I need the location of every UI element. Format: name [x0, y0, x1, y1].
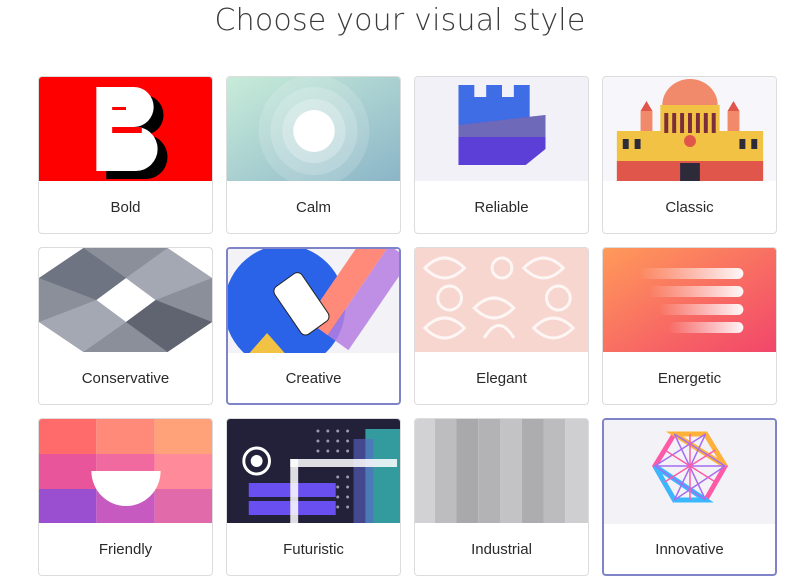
style-card-elegant[interactable]: Elegant: [414, 247, 589, 405]
bold-thumbnail: [39, 77, 212, 181]
style-label: Classic: [665, 198, 714, 216]
style-label: Calm: [295, 198, 331, 216]
style-card-energetic[interactable]: Energetic: [602, 247, 777, 405]
style-label: Reliable: [474, 198, 529, 216]
conservative-thumbnail: [39, 248, 212, 352]
creative-thumbnail: [228, 249, 399, 353]
style-card-calm[interactable]: Calm: [226, 76, 401, 234]
style-card-bold[interactable]: Bold: [38, 76, 213, 234]
industrial-thumbnail: [415, 419, 588, 523]
page-title: Choose your visual style: [214, 3, 586, 38]
futuristic-thumbnail: [227, 419, 400, 523]
energetic-thumbnail: [603, 248, 776, 352]
friendly-thumbnail: [39, 419, 212, 523]
style-card-friendly[interactable]: Friendly: [38, 418, 213, 576]
style-label: Creative: [285, 369, 342, 387]
style-label: Friendly: [98, 540, 153, 558]
style-label: Conservative: [81, 369, 170, 387]
style-label: Futuristic: [283, 540, 344, 558]
style-label: Energetic: [657, 369, 722, 387]
classic-thumbnail: [603, 77, 776, 181]
style-card-classic[interactable]: Classic: [602, 76, 777, 234]
style-card-conservative[interactable]: Conservative: [38, 247, 213, 405]
style-label: Innovative: [655, 540, 724, 558]
style-card-reliable[interactable]: Reliable: [414, 76, 589, 234]
style-card-creative[interactable]: Creative: [226, 247, 401, 405]
style-label: Bold: [110, 198, 141, 216]
style-card-industrial[interactable]: Industrial: [414, 418, 589, 576]
style-label: Industrial: [471, 540, 532, 558]
reliable-thumbnail: [415, 77, 588, 181]
style-card-futuristic[interactable]: Futuristic: [226, 418, 401, 576]
style-label: Elegant: [476, 369, 527, 387]
innovative-thumbnail: [604, 420, 775, 524]
calm-thumbnail: [227, 77, 400, 181]
elegant-thumbnail: [415, 248, 588, 352]
style-card-innovative[interactable]: Innovative: [602, 418, 777, 576]
